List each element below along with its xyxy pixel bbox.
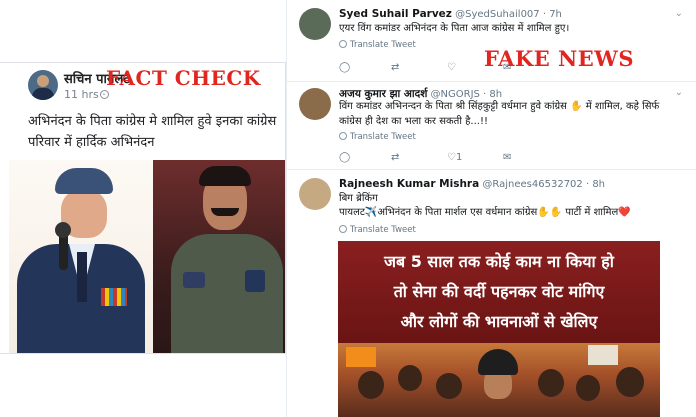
- fact-check-stamp: FACT CHECK: [106, 66, 261, 90]
- poster-line: और लोगों की भावनाओं से खेलिए: [400, 312, 598, 331]
- message-icon[interactable]: ✉: [503, 152, 511, 163]
- tweet-text-line1: बिग ब्रेकिंग: [339, 193, 378, 204]
- tweet[interactable]: अजय कुमार झा आदर्श @NGORJS · 8h ⌄ विंग क…: [287, 82, 696, 170]
- flag: [588, 345, 618, 365]
- globe-icon: [339, 132, 347, 140]
- tweet-image[interactable]: जब 5 साल तक कोई काम ना किया हो तो सेना क…: [338, 241, 660, 417]
- microphone-head: [55, 222, 71, 238]
- hair: [199, 166, 251, 186]
- heart-icon[interactable]: ♡ 1: [447, 152, 462, 163]
- flag: [346, 347, 376, 367]
- tweet-text: एयर विंग कमांडर अभिनंदन के पिता आज कांग्…: [339, 23, 570, 34]
- author-avatar[interactable]: [28, 70, 58, 100]
- moustache: [211, 208, 239, 216]
- reply-icon[interactable]: ◯: [339, 62, 350, 73]
- helmet: [478, 349, 518, 375]
- translate-link[interactable]: Translate Tweet: [339, 225, 416, 235]
- tweet-avatar[interactable]: [299, 88, 331, 120]
- suit-patch: [183, 272, 205, 288]
- translate-label: Translate Tweet: [350, 132, 416, 142]
- poster-text-area: जब 5 साल तक कोई काम ना किया हो तो सेना क…: [338, 241, 660, 343]
- cap: [55, 168, 113, 194]
- globe-icon: [339, 225, 347, 233]
- poster-line: जब 5 साल तक कोई काम ना किया हो: [384, 252, 614, 271]
- crowd-head: [576, 375, 600, 401]
- tweet-text-line2: पायलट✈️अभिनंदन के पिता मार्शल एस वर्धमान…: [339, 207, 631, 218]
- translate-label: Translate Tweet: [350, 225, 416, 235]
- translate-label: Translate Tweet: [350, 40, 416, 50]
- tweet-author-name[interactable]: Rajneesh Kumar Mishra: [339, 178, 479, 190]
- tweet-avatar[interactable]: [299, 178, 331, 210]
- fake-news-stamp: FAKE NEWS: [484, 46, 634, 71]
- globe-icon: [339, 40, 347, 48]
- collage: सचिन पायलट 11 hrs · अभिनंदन के पिता कांग…: [0, 0, 696, 417]
- tweet-header[interactable]: Rajneesh Kumar Mishra @Rajnees46532702 ·…: [339, 178, 605, 190]
- post-photo[interactable]: [9, 160, 285, 353]
- reply-icon[interactable]: ◯: [339, 152, 350, 163]
- poster-line: तो सेना की वर्दी पहनकर वोट मांगिए: [393, 282, 605, 301]
- tweet-text: विंग कमांडर अभिनन्दन के पिता श्री सिंहकु…: [339, 101, 660, 127]
- tie: [77, 252, 87, 302]
- chevron-down-icon[interactable]: ⌄: [675, 8, 683, 19]
- crowd-head: [436, 373, 462, 399]
- photo-left-officer: [9, 160, 153, 353]
- crowd-head: [398, 365, 422, 391]
- like-count: 1: [455, 152, 463, 163]
- globe-icon: [100, 90, 109, 99]
- tweet-avatar[interactable]: [299, 8, 331, 40]
- medals: [101, 288, 127, 306]
- heart-icon[interactable]: ♡: [447, 62, 456, 73]
- tweet-author-name[interactable]: Syed Suhail Parvez: [339, 8, 452, 20]
- flight-suit: [171, 234, 283, 353]
- tweet-handle[interactable]: @Rajnees46532702 · 8h: [482, 179, 605, 190]
- crowd-head: [538, 369, 564, 397]
- crowd-head: [616, 367, 644, 397]
- chevron-down-icon[interactable]: ⌄: [675, 87, 683, 98]
- tweet-header[interactable]: Syed Suhail Parvez @SyedSuhail007 · 7h: [339, 8, 562, 20]
- facebook-post: सचिन पायलट 11 hrs · अभिनंदन के पिता कांग…: [0, 62, 286, 354]
- crowd-photo: [338, 343, 660, 417]
- tweet-handle[interactable]: @SyedSuhail007 · 7h: [455, 9, 562, 20]
- post-text: अभिनंदन के पिता कांग्रेस मे शामिल हुवे इ…: [28, 114, 277, 150]
- retweet-icon[interactable]: ⇄: [391, 62, 399, 73]
- retweet-icon[interactable]: ⇄: [391, 152, 399, 163]
- translate-link[interactable]: Translate Tweet: [339, 40, 416, 50]
- photo-right-pilot: [153, 160, 285, 353]
- suit-patch: [245, 270, 265, 292]
- translate-link[interactable]: Translate Tweet: [339, 132, 416, 142]
- crowd-head: [358, 371, 384, 399]
